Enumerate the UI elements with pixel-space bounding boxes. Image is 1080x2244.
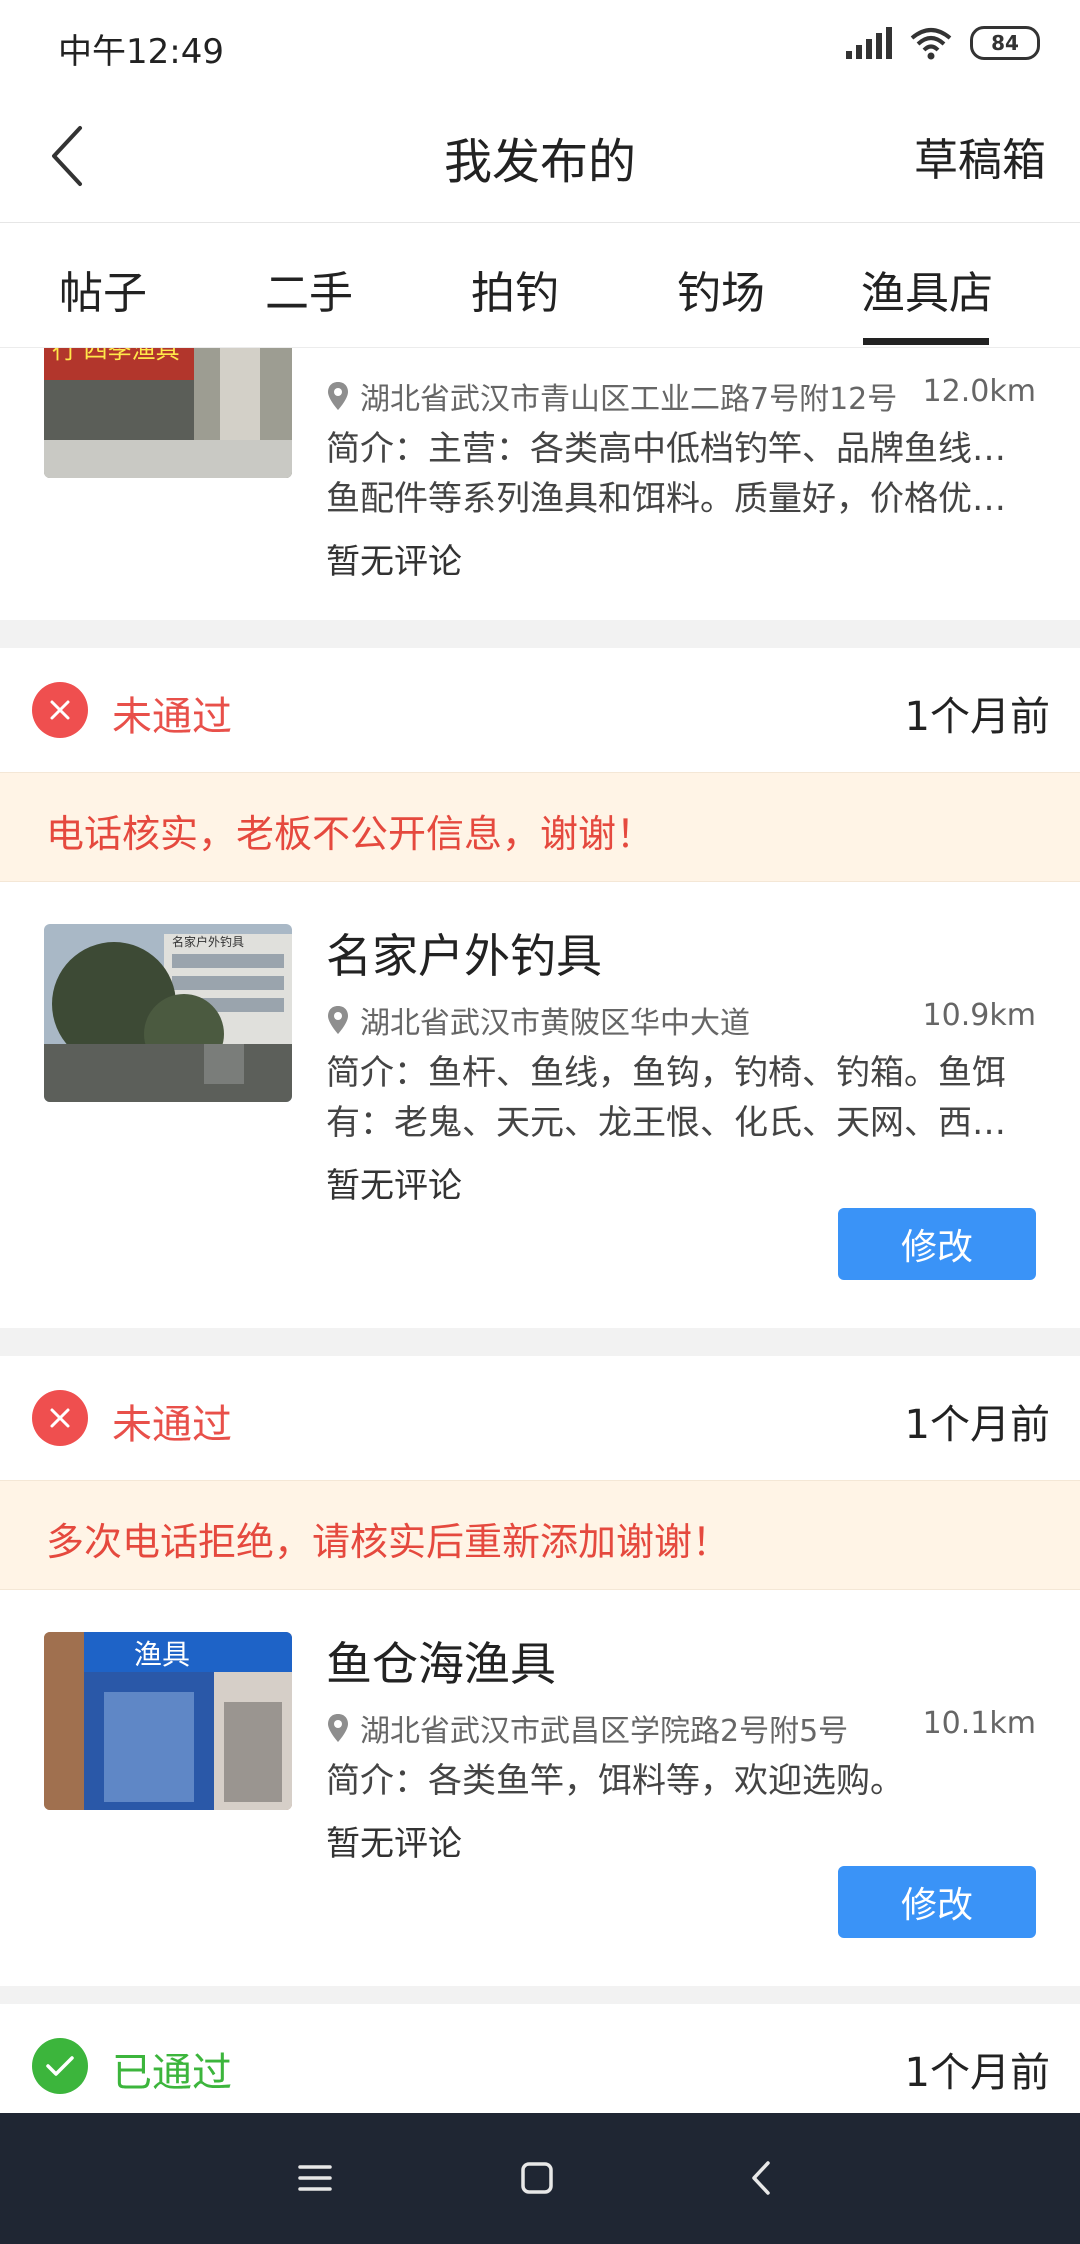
tab-posts[interactable]: 帖子	[59, 257, 147, 321]
status-icons: 84	[846, 26, 1040, 60]
active-tab-indicator	[863, 338, 989, 345]
shop-intro: 简介：主营：各类高中低档钓竿、品牌鱼线、钓 鱼配件等系列渔具和饵料。质量好，价格…	[326, 424, 1026, 524]
shop-sign-text: 行 四季渔具	[52, 348, 180, 364]
status-label: 未通过	[112, 694, 232, 740]
location-pin-icon	[328, 1006, 348, 1034]
post-time: 1个月前	[904, 1402, 1050, 1448]
signal-icon	[846, 27, 892, 59]
shop-address-text: 湖北省武汉市武昌区学院路2号附5号	[360, 1714, 849, 1749]
shop-address: 湖北省武汉市青山区工业二路7号附12号	[326, 374, 897, 418]
shop-intro-line: 有：老鬼、天元、龙王恨、化氏、天网、西部…	[326, 1103, 1026, 1143]
shop-address: 湖北省武汉市武昌区学院路2号附5号	[326, 1706, 848, 1750]
post-list[interactable]: 行 四季渔具 湖北省武汉市青山区工业二路7号附12号 12.0km 简介：主营：…	[0, 348, 1080, 2113]
shop-intro-line: 简介：各类鱼竿，饵料等，欢迎选购。	[326, 1761, 904, 1801]
post-time: 1个月前	[904, 694, 1050, 740]
shop-item[interactable]: 渔具 鱼仓海渔具 湖北省武汉市武昌区学院路2号附5号 10.1km 简介：各类鱼…	[0, 1588, 1080, 1986]
shop-item[interactable]: 名家户外钓具 名家户外钓具 湖北省武汉市黄陂区华中大道 10.9km 简介：鱼杆…	[0, 880, 1080, 1328]
shop-photo: 行 四季渔具	[44, 348, 292, 478]
location-pin-icon	[328, 1714, 348, 1742]
shop-photo: 渔具	[44, 1632, 292, 1810]
status-time: 中午12:49	[58, 32, 224, 72]
shop-address-text: 湖北省武汉市青山区工业二路7号附12号	[360, 382, 898, 417]
rejected-icon	[32, 682, 88, 738]
status-label: 未通过	[112, 1402, 232, 1448]
approved-icon	[32, 2038, 88, 2094]
shop-sign-text: 渔具	[134, 1638, 190, 1671]
home-icon[interactable]	[506, 2147, 568, 2209]
rejection-reason-text: 电话核实，老板不公开信息，谢谢！	[46, 812, 655, 856]
shop-address: 湖北省武汉市黄陂区华中大道	[326, 998, 750, 1042]
post-time: 1个月前	[904, 2050, 1050, 2096]
shop-name: 鱼仓海渔具	[326, 1637, 556, 1691]
battery-icon: 84	[970, 26, 1040, 60]
review-count: 暂无评论	[326, 542, 462, 582]
review-status-row: 已通过 1个月前	[0, 2004, 1080, 2113]
shop-intro-line: 鱼配件等系列渔具和饵料。质量好，价格优，…	[326, 479, 1026, 519]
review-status-row: 未通过 1个月前	[0, 1356, 1080, 1480]
tab-fishing-photos[interactable]: 拍钓	[471, 257, 559, 321]
post-card: 已通过 1个月前	[0, 2004, 1080, 2113]
shop-distance: 10.9km	[922, 998, 1036, 1033]
post-card: 行 四季渔具 湖北省武汉市青山区工业二路7号附12号 12.0km 简介：主营：…	[0, 348, 1080, 620]
shop-photo: 名家户外钓具	[44, 924, 292, 1102]
wifi-icon	[910, 28, 952, 60]
shop-name: 名家户外钓具	[326, 929, 602, 983]
back-nav-icon[interactable]	[732, 2147, 794, 2209]
shop-intro-line: 简介：鱼杆、鱼线，鱼钩，钓椅、钓箱。鱼饵	[326, 1053, 1006, 1093]
drafts-button[interactable]: 草稿箱	[914, 124, 1046, 188]
review-count: 暂无评论	[326, 1824, 462, 1864]
shop-intro-line: 简介：主营：各类高中低档钓竿、品牌鱼线、钓	[326, 429, 1026, 469]
tab-second-hand[interactable]: 二手	[265, 257, 353, 321]
rejected-icon	[32, 1390, 88, 1446]
shop-distance: 12.0km	[922, 374, 1036, 409]
post-card: 未通过 1个月前 多次电话拒绝，请核实后重新添加谢谢！ 渔具 鱼仓海渔具 湖北省…	[0, 1356, 1080, 1986]
shop-distance: 10.1km	[922, 1706, 1036, 1741]
review-status-row: 未通过 1个月前	[0, 648, 1080, 772]
location-pin-icon	[328, 382, 348, 410]
shop-item[interactable]: 行 四季渔具 湖北省武汉市青山区工业二路7号附12号 12.0km 简介：主营：…	[0, 348, 1080, 620]
nav-bar: 我发布的 草稿箱	[0, 92, 1080, 223]
rejection-reason: 多次电话拒绝，请核实后重新添加谢谢！	[0, 1480, 1080, 1590]
rejection-reason-text: 多次电话拒绝，请核实后重新添加谢谢！	[46, 1520, 731, 1564]
system-nav-bar	[0, 2113, 1080, 2244]
status-label: 已通过	[112, 2050, 232, 2096]
tab-tackle-shops[interactable]: 渔具店	[861, 257, 993, 321]
edit-button[interactable]: 修改	[838, 1208, 1036, 1280]
menu-icon[interactable]	[284, 2147, 346, 2209]
shop-intro: 简介：鱼杆、鱼线，鱼钩，钓椅、钓箱。鱼饵 有：老鬼、天元、龙王恨、化氏、天网、西…	[326, 1048, 1026, 1148]
tab-bar: 帖子 二手 拍钓 钓场 渔具店	[0, 223, 1080, 348]
rejection-reason: 电话核实，老板不公开信息，谢谢！	[0, 772, 1080, 882]
tab-fishing-spots[interactable]: 钓场	[677, 257, 765, 321]
status-bar: 中午12:49 84	[0, 0, 1080, 92]
shop-intro: 简介：各类鱼竿，饵料等，欢迎选购。	[326, 1756, 1026, 1806]
shop-address-text: 湖北省武汉市黄陂区华中大道	[360, 1006, 750, 1041]
edit-button[interactable]: 修改	[838, 1866, 1036, 1938]
shop-sign-text: 名家户外钓具	[172, 934, 244, 949]
post-card: 未通过 1个月前 电话核实，老板不公开信息，谢谢！ 名家户外钓具 名家户外钓具 …	[0, 648, 1080, 1328]
review-count: 暂无评论	[326, 1166, 462, 1206]
